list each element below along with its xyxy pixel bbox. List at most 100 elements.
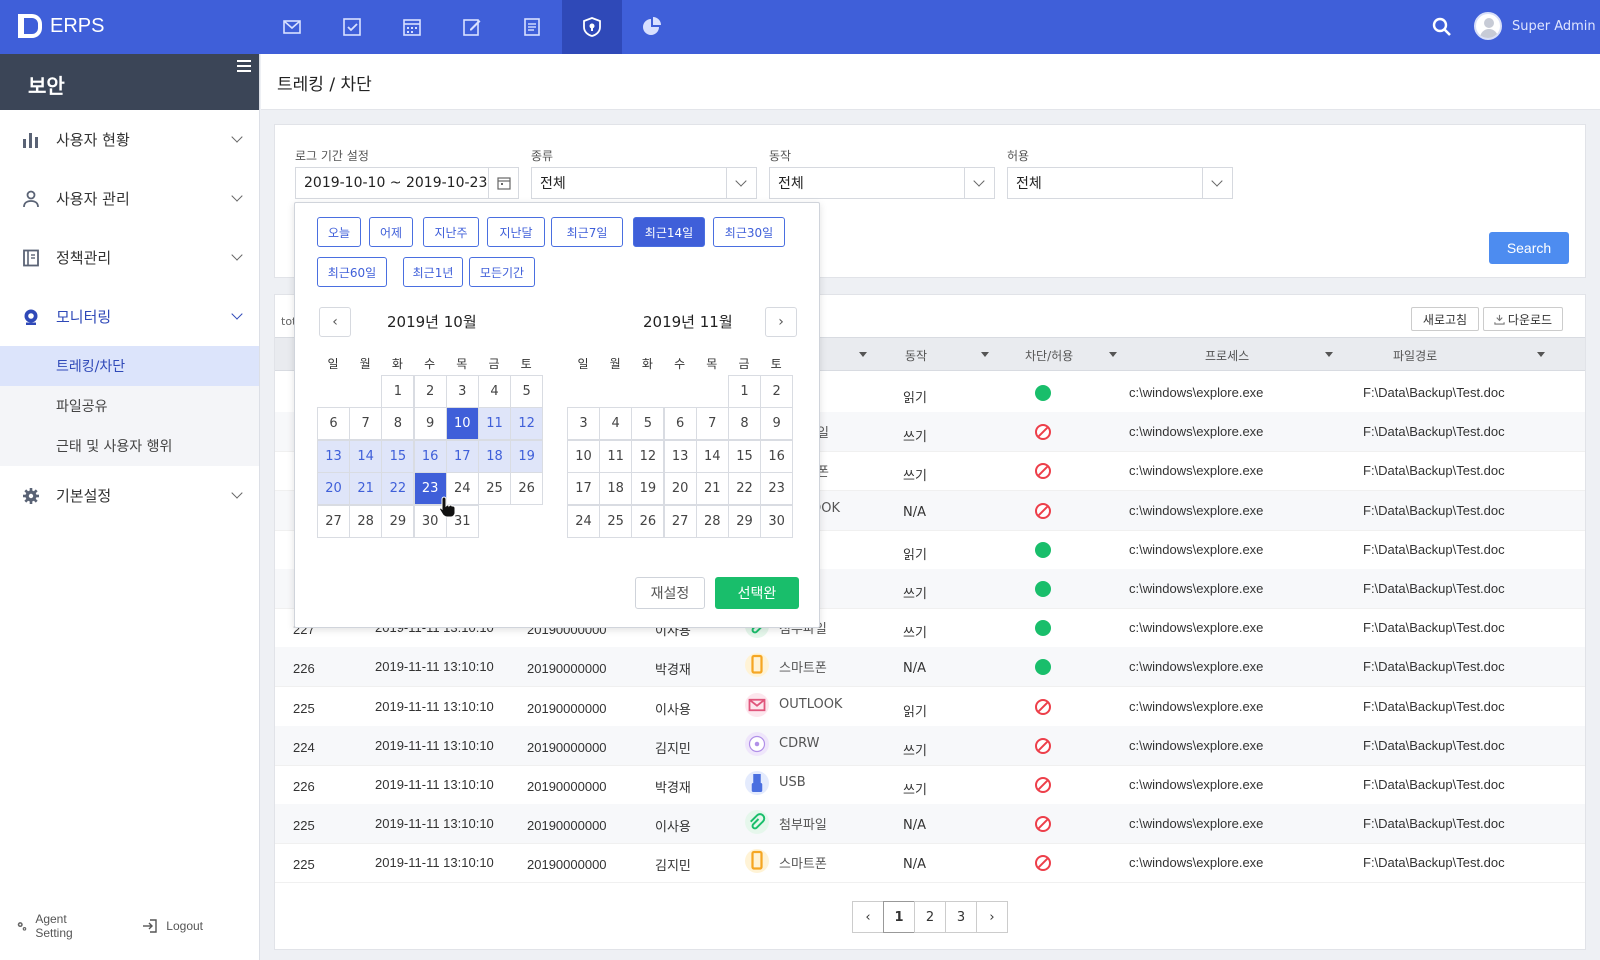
table-row[interactable]: 225 2019-11-11 13:10:10 20190000000 이사용 OUTL… — [275, 687, 1585, 727]
calendar-day[interactable]: 9 — [760, 407, 794, 441]
download-button[interactable]: 다운로드 — [1483, 307, 1563, 331]
quick-range-button[interactable]: 모든기간 — [469, 257, 535, 287]
calendar-day[interactable]: 28 — [349, 504, 383, 538]
page-2[interactable]: 2 — [914, 901, 946, 933]
calendar-day[interactable]: 26 — [510, 472, 544, 506]
quick-range-button[interactable]: 오늘 — [317, 217, 361, 247]
calendar-day[interactable]: 24 — [567, 504, 600, 538]
calendar-day[interactable]: 15 — [381, 439, 415, 473]
col-process[interactable]: 프로세스 — [1205, 347, 1249, 364]
calendar-day[interactable]: 17 — [567, 472, 600, 506]
calendar-day[interactable]: 14 — [349, 439, 383, 473]
calendar-day[interactable]: 5 — [631, 407, 665, 441]
calendar-day[interactable]: 8 — [728, 407, 761, 441]
calendar-day[interactable]: 22 — [728, 472, 761, 506]
calendar-day[interactable]: 14 — [695, 439, 729, 473]
calendar-day[interactable]: 1 — [381, 375, 415, 408]
page-prev[interactable]: ‹ — [852, 901, 884, 933]
calendar-day[interactable]: 2 — [760, 375, 794, 408]
next-month-button[interactable]: › — [765, 307, 797, 337]
calendar-day[interactable]: 28 — [695, 504, 729, 538]
table-row[interactable]: 226 2019-11-11 13:10:10 20190000000 박경재 스마트폰… — [275, 647, 1585, 688]
calendar-day[interactable]: 3 — [445, 375, 479, 408]
sort-icon[interactable] — [1537, 352, 1545, 357]
calendar-day[interactable]: 6 — [317, 407, 350, 441]
logout-link[interactable]: Logout — [142, 912, 203, 940]
calendar-day[interactable]: 25 — [599, 504, 633, 538]
sort-icon[interactable] — [1109, 352, 1117, 357]
page-3[interactable]: 3 — [945, 901, 977, 933]
nav-edit[interactable] — [442, 0, 502, 54]
quick-range-button[interactable]: 최근60일 — [317, 257, 387, 287]
calendar-day[interactable]: 6 — [663, 407, 697, 441]
prev-month-button[interactable]: ‹ — [319, 307, 351, 337]
allow-select[interactable]: 전체 — [1007, 167, 1233, 199]
quick-range-button[interactable]: 최근14일 — [633, 217, 705, 247]
quick-range-button[interactable]: 최근1년 — [403, 257, 463, 287]
calendar-day[interactable]: 20 — [317, 472, 350, 506]
calendar-day[interactable]: 7 — [695, 407, 729, 441]
calendar-day[interactable]: 5 — [510, 375, 544, 408]
calendar-day[interactable]: 19 — [631, 472, 665, 506]
calendar-day[interactable]: 10 — [445, 407, 479, 441]
calendar-day[interactable]: 7 — [349, 407, 383, 441]
quick-range-button[interactable]: 지난주 — [423, 217, 479, 247]
nav-checkbox[interactable] — [322, 0, 382, 54]
calendar-day[interactable]: 17 — [445, 439, 479, 473]
calendar-day[interactable]: 13 — [317, 439, 350, 473]
calendar-day[interactable]: 26 — [631, 504, 665, 538]
quick-range-button[interactable]: 어제 — [369, 217, 413, 247]
page-1[interactable]: 1 — [883, 901, 915, 933]
sidebar-subitem-file-share[interactable]: 파일공유 — [0, 386, 259, 426]
nav-document[interactable] — [502, 0, 562, 54]
calendar-day[interactable]: 22 — [381, 472, 415, 506]
reset-button[interactable]: 재설정 — [635, 577, 705, 609]
page-next[interactable]: › — [976, 901, 1008, 933]
calendar-day[interactable]: 18 — [478, 439, 511, 473]
sort-icon[interactable] — [859, 352, 867, 357]
table-row[interactable]: 224 2019-11-11 13:10:10 20190000000 김지민 CDRW… — [275, 725, 1585, 766]
user-menu[interactable]: Super Admin — [1474, 12, 1596, 40]
calendar-day[interactable]: 12 — [631, 439, 665, 473]
calendar-day[interactable]: 11 — [599, 439, 633, 473]
calendar-day[interactable]: 20 — [663, 472, 697, 506]
col-path[interactable]: 파일경로 — [1393, 347, 1437, 364]
calendar-day[interactable]: 23 — [760, 472, 794, 506]
calendar-day[interactable]: 1 — [728, 375, 761, 408]
sidebar-item-user-status[interactable]: 사용자 현황 — [0, 110, 259, 169]
nav-shield[interactable] — [562, 0, 622, 54]
hamburger-icon[interactable] — [237, 60, 251, 72]
calendar-day[interactable]: 19 — [510, 439, 544, 473]
sidebar-subitem-attendance[interactable]: 근태 및 사용자 행위 — [0, 426, 259, 466]
calendar-day[interactable]: 16 — [760, 439, 794, 473]
calendar-day[interactable]: 4 — [599, 407, 633, 441]
sidebar-subitem-tracking[interactable]: 트레킹/차단 — [0, 346, 259, 386]
refresh-button[interactable]: 새로고침 — [1411, 307, 1479, 331]
calendar-day[interactable]: 13 — [663, 439, 697, 473]
nav-mail[interactable] — [262, 0, 322, 54]
calendar-day[interactable]: 21 — [349, 472, 383, 506]
calendar-day[interactable]: 4 — [478, 375, 511, 408]
col-block[interactable]: 차단/허용 — [1025, 347, 1073, 364]
table-row[interactable]: 225 2019-11-11 13:10:10 20190000000 김지민 스마트폰… — [275, 843, 1585, 884]
calendar-day[interactable]: 8 — [381, 407, 415, 441]
calendar-day[interactable]: 18 — [599, 472, 633, 506]
calendar-day[interactable]: 29 — [728, 504, 761, 538]
table-row[interactable]: 225 2019-11-11 13:10:10 20190000000 이사용 첨부파일… — [275, 804, 1585, 845]
calendar-day[interactable]: 27 — [663, 504, 697, 538]
done-button[interactable]: 선택완 — [715, 577, 799, 609]
quick-range-button[interactable]: 지난달 — [487, 217, 545, 247]
calendar-day[interactable]: 25 — [478, 472, 511, 506]
action-select[interactable]: 전체 — [769, 167, 995, 199]
calendar-day[interactable]: 3 — [567, 407, 600, 441]
sidebar-item-monitoring[interactable]: 모니터링 — [0, 287, 259, 346]
quick-range-button[interactable]: 최근7일 — [551, 217, 623, 247]
agent-setting-link[interactable]: Agent Setting — [16, 912, 86, 940]
calendar-day[interactable]: 10 — [567, 439, 600, 473]
calendar-day[interactable]: 2 — [413, 375, 447, 408]
col-action[interactable]: 동작 — [905, 347, 927, 364]
sidebar-item-settings[interactable]: 기본설정 — [0, 466, 259, 525]
sidebar-item-policy[interactable]: 정책관리 — [0, 228, 259, 287]
quick-range-button[interactable]: 최근30일 — [713, 217, 785, 247]
calendar-day[interactable]: 9 — [413, 407, 447, 441]
